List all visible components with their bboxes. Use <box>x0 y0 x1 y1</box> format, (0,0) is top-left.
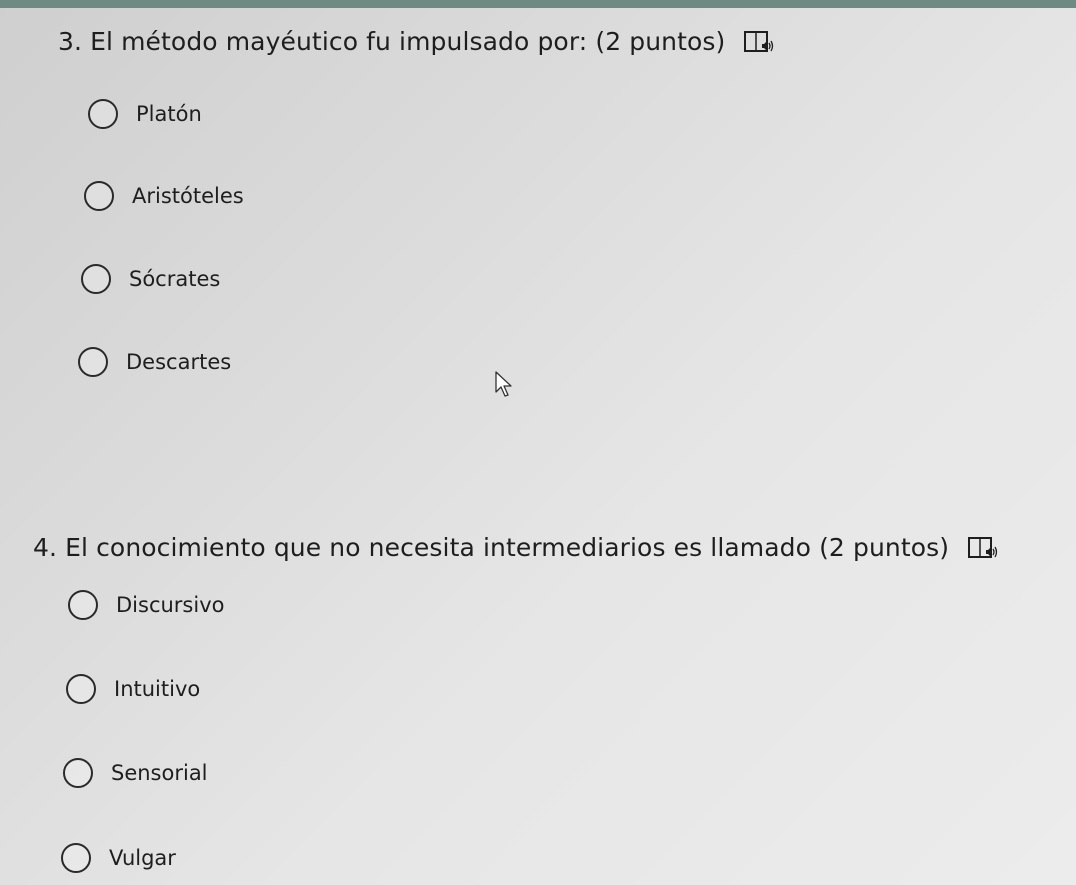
option-aristoteles[interactable]: Aristóteles <box>84 181 244 211</box>
option-discursivo[interactable]: Discursivo <box>68 590 225 620</box>
top-strip <box>0 0 1076 8</box>
question-4-title: 4. El conocimiento que no necesita inter… <box>33 533 950 562</box>
radio-button[interactable] <box>81 264 111 294</box>
radio-button[interactable] <box>78 347 108 377</box>
mouse-pointer-icon <box>495 371 512 397</box>
option-label: Aristóteles <box>132 184 244 208</box>
question-3-title-row: 3. El método mayéutico fu impulsado por:… <box>58 27 775 56</box>
option-platon[interactable]: Platón <box>88 99 202 129</box>
option-label: Intuitivo <box>114 677 201 701</box>
radio-button[interactable] <box>84 181 114 211</box>
question-3-title: 3. El método mayéutico fu impulsado por:… <box>58 27 726 56</box>
option-label: Vulgar <box>109 846 176 870</box>
option-intuitivo[interactable]: Intuitivo <box>66 674 200 704</box>
radio-button[interactable] <box>66 674 96 704</box>
immersive-reader-icon[interactable] <box>743 30 775 54</box>
question-4-title-row: 4. El conocimiento que no necesita inter… <box>33 533 999 562</box>
option-descartes[interactable]: Descartes <box>78 347 231 377</box>
radio-button[interactable] <box>63 758 93 788</box>
option-label: Descartes <box>126 350 232 374</box>
radio-button[interactable] <box>61 843 91 873</box>
immersive-reader-icon[interactable] <box>967 536 999 560</box>
option-label: Platón <box>136 102 202 126</box>
option-sensorial[interactable]: Sensorial <box>63 758 208 788</box>
option-socrates[interactable]: Sócrates <box>81 264 220 294</box>
option-vulgar[interactable]: Vulgar <box>61 843 176 873</box>
option-label: Sócrates <box>129 267 221 291</box>
radio-button[interactable] <box>68 590 98 620</box>
option-label: Sensorial <box>111 761 208 785</box>
option-label: Discursivo <box>116 593 225 617</box>
radio-button[interactable] <box>88 99 118 129</box>
